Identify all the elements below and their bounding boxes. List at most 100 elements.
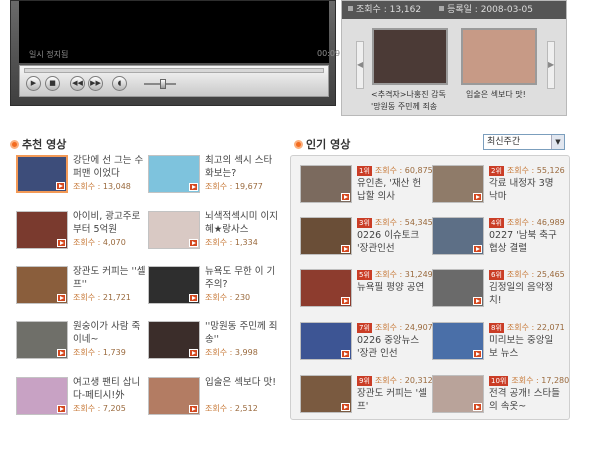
view-count-value: 21,721	[102, 293, 131, 302]
popular-item[interactable]: 4위 조회수 : 46,989 0227 '남북 축구협상 결렬	[432, 217, 565, 261]
view-count: 조회수 : 21,721	[73, 292, 131, 303]
view-count-label: 조회수 :	[73, 293, 103, 302]
recommended-item[interactable]: 뇌색적섹시미 이지혜★랑사스 조회수 : 1,334	[148, 211, 288, 257]
rewind-icon[interactable]: ◀◀	[70, 76, 85, 91]
video-title[interactable]: 0227 '남북 축구협상 결렬	[489, 229, 561, 255]
view-count-value: 230	[234, 293, 251, 302]
video-thumbnail[interactable]	[148, 266, 200, 304]
video-title[interactable]: 김정일의 음악정치!	[489, 281, 561, 307]
view-count-label: 조회수 :	[506, 218, 537, 227]
video-thumbnail[interactable]	[148, 377, 200, 415]
video-title[interactable]: 미리보는 중앙일보 뉴스	[489, 334, 561, 360]
view-count-value: 1,334	[234, 238, 258, 247]
play-icon	[189, 183, 198, 191]
date-label: 등록일 : 2008-03-05	[447, 5, 533, 15]
stop-icon[interactable]: ■	[45, 76, 60, 91]
video-thumbnail[interactable]	[432, 375, 484, 413]
popular-item[interactable]: 7위 조회수 : 24,907 0226 중앙뉴스 '장관 인선	[300, 322, 433, 366]
view-count-label: 조회수 :	[205, 182, 235, 191]
video-title[interactable]: 최고의 섹시 스타화보는?	[205, 154, 279, 180]
rank-badge: 9위	[357, 376, 372, 386]
rank-and-views: 7위 조회수 : 24,907	[357, 322, 433, 333]
play-icon[interactable]: ▶	[26, 76, 41, 91]
video-title[interactable]: 원숭이가 사람 죽이네~	[73, 320, 147, 346]
next-arrow-icon[interactable]: ▶	[547, 41, 555, 89]
video-title[interactable]: 뇌색적섹시미 이지혜★랑사스	[205, 210, 279, 236]
volume-icon[interactable]: ◖	[112, 76, 127, 91]
recommended-item[interactable]: ''망원동 주민께 죄송'' 조회수 : 3,998	[148, 321, 288, 367]
play-icon	[473, 350, 482, 358]
video-title[interactable]: 뉴욕도 무한 이 기주의?	[205, 265, 279, 291]
view-count-value: 60,875	[404, 166, 433, 175]
view-count-label: 조회수 :	[506, 166, 537, 175]
popular-item[interactable]: 3위 조회수 : 54,345 0226 이슈토크 '장관인선	[300, 217, 433, 261]
video-thumbnail[interactable]	[432, 165, 484, 203]
related-caption-2[interactable]: 입술은 섹보다 맛!	[466, 89, 550, 101]
rank-badge: 2위	[489, 166, 504, 176]
recommended-item[interactable]: 뉴욕도 무한 이 기주의? 조회수 : 230	[148, 266, 288, 312]
video-thumbnail[interactable]	[300, 375, 352, 413]
video-thumbnail[interactable]	[148, 155, 200, 193]
video-thumbnail[interactable]	[16, 211, 68, 249]
recommended-item[interactable]: 원숭이가 사람 죽이네~ 조회수 : 1,739	[16, 321, 156, 367]
popular-item[interactable]: 8위 조회수 : 22,071 미리보는 중앙일보 뉴스	[432, 322, 565, 366]
video-thumbnail[interactable]	[300, 165, 352, 203]
view-count-label: 조회수 :	[73, 238, 103, 247]
chevron-down-icon[interactable]: ▼	[551, 135, 564, 149]
period-select[interactable]: 최신주간 ▼	[483, 134, 565, 150]
forward-icon[interactable]: ▶▶	[88, 76, 103, 91]
popular-item[interactable]: 5위 조회수 : 31,249 뉴욕필 평양 공연	[300, 269, 433, 313]
video-title[interactable]: 전격 공개! 스타들의 속옷~	[489, 387, 561, 413]
view-count-label: 조회수 :	[374, 270, 405, 279]
popular-item[interactable]: 10위 조회수 : 17,280 전격 공개! 스타들의 속옷~	[432, 375, 569, 419]
popular-item[interactable]: 2위 조회수 : 55,126 각료 내정자 3명 낙마	[432, 165, 565, 209]
video-thumbnail[interactable]	[432, 217, 484, 255]
video-title[interactable]: 각료 내정자 3명 낙마	[489, 177, 561, 203]
recommended-item[interactable]: 입술은 섹보다 맛! 조회수 : 2,512	[148, 377, 288, 423]
view-count: 조회수 : 230	[205, 292, 250, 303]
video-thumbnail[interactable]	[432, 322, 484, 360]
rank-badge: 4위	[489, 218, 504, 228]
video-thumbnail[interactable]	[432, 269, 484, 307]
video-title[interactable]: 아이비, 광고주로부터 5억원	[73, 210, 147, 236]
view-count-label: 조회수 :	[374, 376, 405, 385]
related-thumb-1[interactable]	[372, 28, 448, 85]
video-thumbnail[interactable]	[300, 269, 352, 307]
rank-badge: 6위	[489, 270, 504, 280]
video-title[interactable]: ''망원동 주민께 죄송''	[205, 320, 279, 346]
video-title[interactable]: 유인촌, '재산 헌납할 의사	[357, 177, 429, 203]
video-thumbnail[interactable]	[16, 377, 68, 415]
related-thumb-2[interactable]	[461, 28, 537, 85]
video-thumbnail[interactable]	[300, 217, 352, 255]
video-thumbnail[interactable]	[16, 155, 68, 193]
popular-item[interactable]: 6위 조회수 : 25,465 김정일의 음악정치!	[432, 269, 565, 313]
video-player[interactable]: 일시 정지됨 00:09 ▶ ■ ◀◀ ▶▶ ◖	[10, 0, 340, 106]
video-thumbnail[interactable]	[300, 322, 352, 360]
video-title[interactable]: 여고생 팬티 삽니다-페티시!外	[73, 376, 147, 402]
recommended-item[interactable]: 여고생 팬티 삽니다-페티시!外 조회수 : 7,205	[16, 377, 156, 423]
popular-item[interactable]: 1위 조회수 : 60,875 유인촌, '재산 헌납할 의사	[300, 165, 433, 209]
video-thumbnail[interactable]	[148, 321, 200, 359]
video-thumbnail[interactable]	[148, 211, 200, 249]
popular-item[interactable]: 9위 조회수 : 20,312 장관도 커피는 '셀프'	[300, 375, 433, 419]
recommended-item[interactable]: 최고의 섹시 스타화보는? 조회수 : 19,677	[148, 155, 288, 201]
video-title[interactable]: 0226 중앙뉴스 '장관 인선	[357, 334, 429, 360]
video-title[interactable]: 입술은 섹보다 맛!	[205, 376, 279, 389]
video-title[interactable]: 뉴욕필 평양 공연	[357, 281, 429, 294]
view-count: 조회수 : 13,048	[73, 181, 131, 192]
seek-bar[interactable]	[24, 68, 324, 73]
recommended-item[interactable]: 강단에 선 그는 수퍼맨 이었다 조회수 : 13,048	[16, 155, 156, 201]
video-thumbnail[interactable]	[16, 321, 68, 359]
video-title[interactable]: 장관도 커피는 '셀프'	[357, 387, 429, 413]
video-title[interactable]: 강단에 선 그는 수퍼맨 이었다	[73, 154, 147, 180]
video-title[interactable]: 0226 이슈토크 '장관인선	[357, 229, 429, 255]
volume-knob[interactable]	[160, 79, 166, 89]
prev-arrow-icon[interactable]: ◀	[356, 41, 364, 89]
recommended-item[interactable]: 아이비, 광고주로부터 5억원 조회수 : 4,070	[16, 211, 156, 257]
video-title[interactable]: 장관도 커피는 ''셀프''	[73, 265, 147, 291]
recommended-item[interactable]: 장관도 커피는 ''셀프'' 조회수 : 21,721	[16, 266, 156, 312]
bullet-icon	[348, 6, 353, 11]
related-caption-1[interactable]: <추격자>나홍진 감독 '망원동 주민께 죄송	[371, 89, 455, 113]
view-count-label: 조회수 :	[73, 182, 103, 191]
video-thumbnail[interactable]	[16, 266, 68, 304]
